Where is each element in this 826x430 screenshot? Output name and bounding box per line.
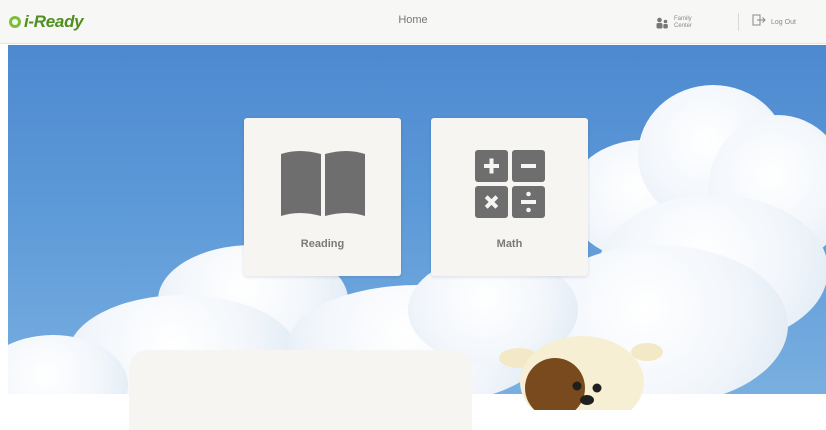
family-icon: [655, 17, 669, 29]
math-card[interactable]: Math: [431, 118, 588, 276]
log-out-button[interactable]: Log Out: [752, 14, 796, 30]
bottom-panel: [129, 350, 472, 430]
math-icon-wrap: [431, 148, 588, 225]
calculator-icon: [473, 148, 547, 225]
reading-card[interactable]: Reading: [244, 118, 401, 276]
reading-icon-wrap: [244, 148, 401, 223]
mascot-character: [497, 330, 667, 428]
log-out-label: Log Out: [771, 18, 796, 26]
sky-background: [8, 45, 826, 394]
open-book-icon: [277, 148, 369, 223]
top-bar: i-Ready Home Family Center Log Out: [0, 0, 826, 44]
page-title: Home: [398, 14, 428, 26]
math-label: Math: [496, 238, 523, 250]
family-center-button[interactable]: Family Center: [655, 13, 702, 33]
family-center-label: Family Center: [674, 16, 693, 29]
header-divider: [738, 13, 739, 31]
reading-label: Reading: [300, 238, 345, 250]
log-out-icon: [752, 13, 766, 31]
